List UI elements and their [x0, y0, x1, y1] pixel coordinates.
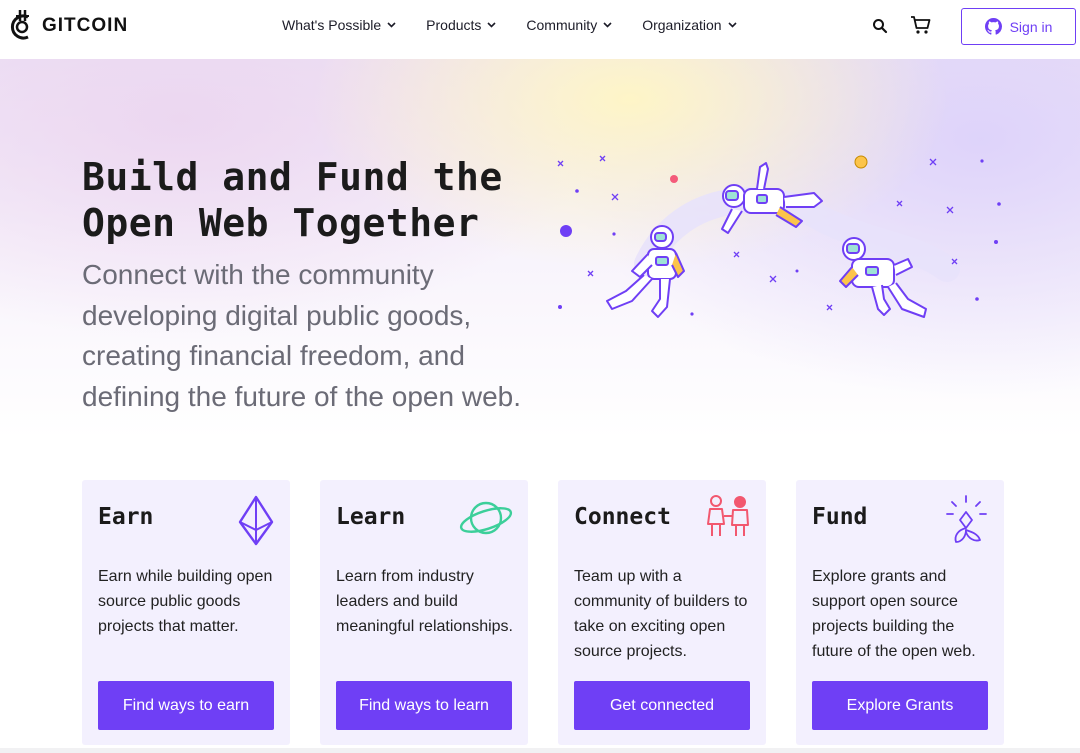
get-connected-button[interactable]: Get connected — [574, 681, 750, 730]
astronaut-left — [606, 225, 685, 318]
top-navbar: GITCOIN What's Possible Products Communi… — [0, 0, 1080, 59]
hero-section: Build and Fund the Open Web Together Con… — [0, 59, 1080, 439]
chevron-down-icon — [728, 22, 737, 28]
brand-name: GITCOIN — [42, 15, 129, 36]
menu-label: Community — [526, 17, 598, 33]
find-ways-to-earn-button[interactable]: Find ways to earn — [98, 681, 274, 730]
menu-whats-possible[interactable]: What's Possible — [282, 17, 396, 33]
menu-label: What's Possible — [282, 17, 382, 33]
planet-dot — [670, 175, 678, 183]
card-title: Fund — [812, 504, 868, 530]
chevron-down-icon — [387, 22, 396, 28]
chevron-down-icon — [487, 22, 496, 28]
planet-dot — [854, 155, 868, 169]
astronauts-illustration — [557, 155, 1001, 318]
card-learn: Learn Learn from industry leaders and bu… — [320, 480, 528, 745]
people-icon — [707, 495, 749, 536]
menu-products[interactable]: Products — [426, 17, 496, 33]
card-text: Earn while building open source public g… — [98, 568, 273, 635]
planet-dot — [560, 225, 572, 237]
cart-button[interactable] — [910, 15, 932, 40]
card-text: Team up with a community of builders to … — [574, 568, 748, 660]
planet-icon — [459, 501, 513, 535]
card-title: Earn — [98, 504, 154, 530]
sign-in-button[interactable]: Sign in — [961, 8, 1076, 45]
card-fund: Fund Explore grants and support open sou… — [796, 480, 1004, 745]
menu-label: Products — [426, 17, 482, 33]
search-button[interactable] — [872, 18, 888, 39]
card-text: Learn from industry leaders and build me… — [336, 568, 513, 635]
find-ways-to-learn-button[interactable]: Find ways to learn — [336, 681, 512, 730]
card-title: Connect — [574, 504, 671, 530]
search-icon — [873, 19, 888, 34]
card-title: Learn — [336, 504, 406, 530]
menu-community[interactable]: Community — [526, 17, 612, 33]
gitcoin-logo[interactable]: GITCOIN — [6, 8, 128, 44]
card-connect: Connect Team up with a community of buil… — [558, 480, 766, 745]
sprout-icon — [946, 495, 987, 543]
ethereum-icon — [238, 495, 274, 546]
menu-organization[interactable]: Organization — [642, 17, 737, 33]
main-menu: What's Possible Products Community Organ… — [282, 17, 767, 33]
card-earn: Earn Earn while building open source pub… — [82, 480, 290, 745]
cart-icon — [911, 16, 931, 34]
bottom-divider — [0, 748, 1080, 753]
sign-in-label: Sign in — [1009, 18, 1053, 35]
gitcoin-logo-icon — [10, 10, 29, 40]
card-text: Explore grants and support open source p… — [812, 568, 976, 660]
hero-title: Build and Fund the Open Web Together — [82, 155, 503, 245]
github-icon — [984, 18, 1002, 35]
chevron-down-icon — [603, 22, 612, 28]
menu-label: Organization — [642, 17, 722, 33]
explore-grants-button[interactable]: Explore Grants — [812, 681, 988, 730]
hero-subtitle: Connect with the community developing di… — [82, 259, 521, 412]
